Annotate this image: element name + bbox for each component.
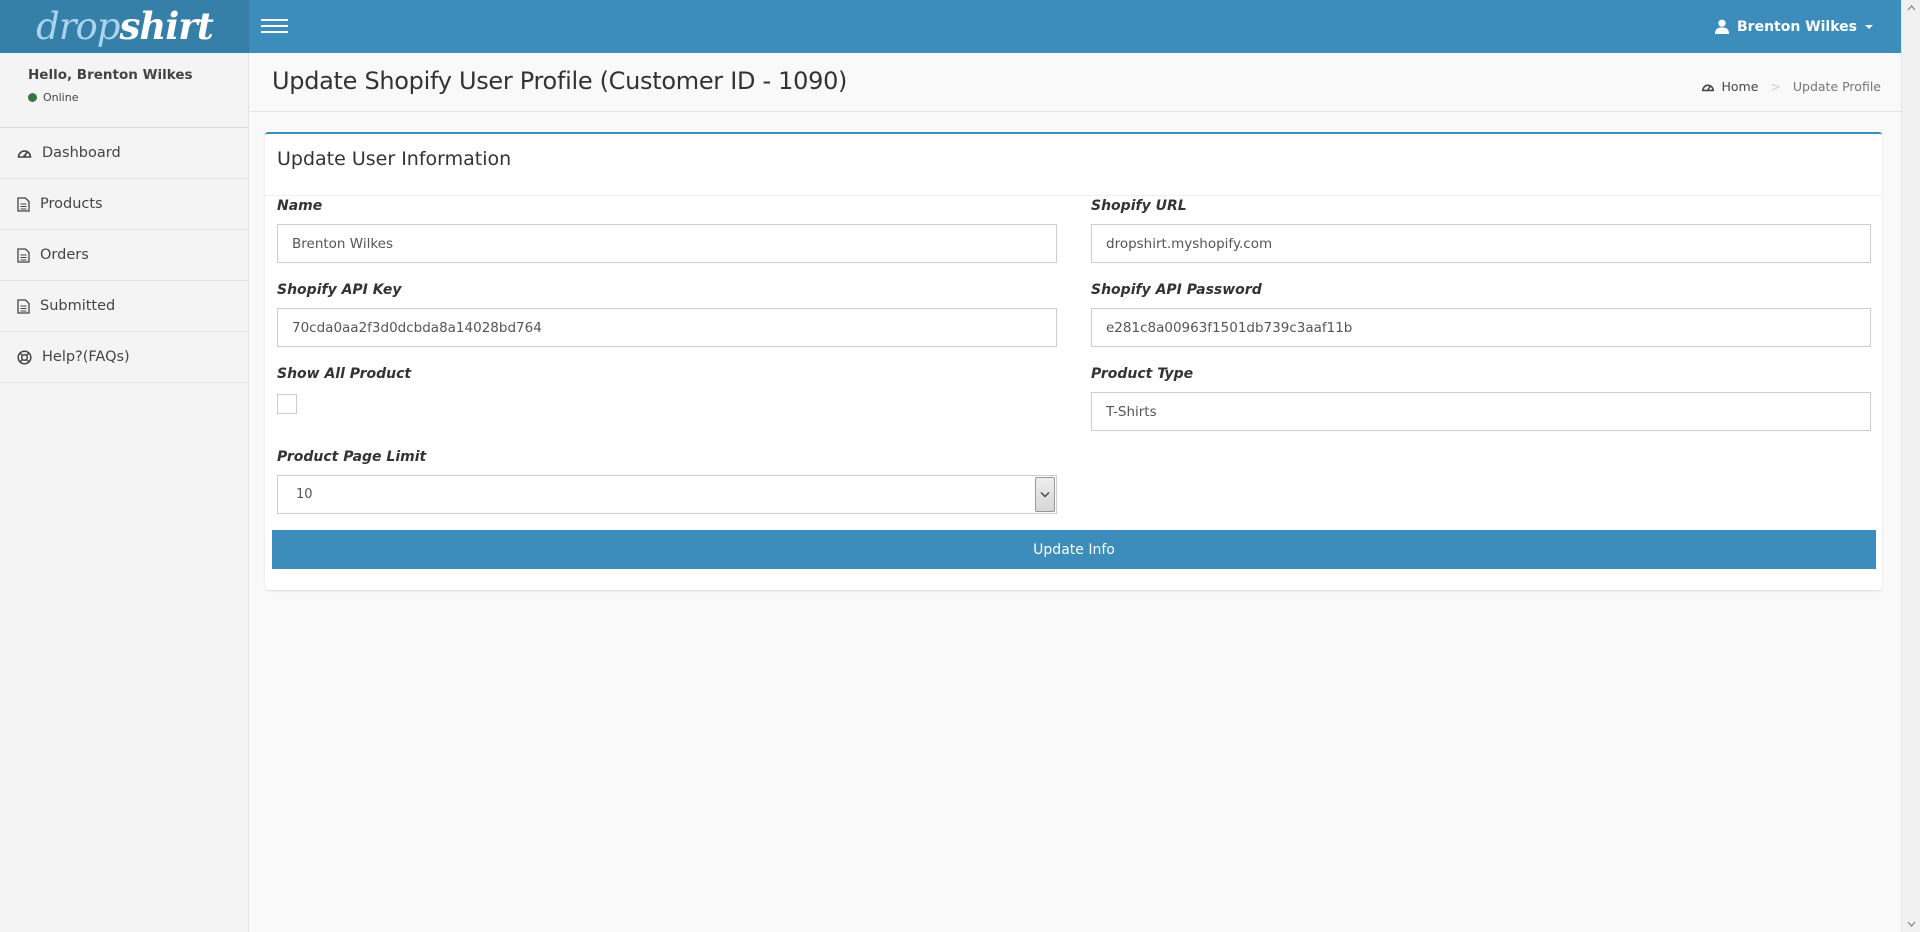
breadcrumb: Home > Update Profile [1701, 79, 1881, 94]
page-limit-select[interactable]: 10 [277, 475, 1057, 514]
user-greeting: Hello, Brenton Wilkes [28, 67, 193, 83]
sidebar: Hello, Brenton Wilkes Online Dashboard P… [0, 53, 249, 932]
sidebar-item-products[interactable]: Products [0, 179, 248, 230]
api-key-label: Shopify API Key [277, 282, 402, 298]
file-icon [17, 298, 30, 314]
chevron-down-icon [1035, 477, 1055, 512]
file-icon [17, 196, 30, 212]
sidebar-item-label: Orders [40, 247, 89, 263]
api-password-input[interactable] [1091, 308, 1871, 347]
sidebar-item-help[interactable]: Help?(FAQs) [0, 332, 248, 383]
sidebar-item-orders[interactable]: Orders [0, 230, 248, 281]
sidebar-item-dashboard[interactable]: Dashboard [0, 128, 248, 179]
life-ring-icon [17, 349, 32, 365]
caret-down-icon [1865, 24, 1873, 29]
user-menu-dropdown[interactable]: Brenton Wilkes [1715, 0, 1873, 53]
hamburger-icon[interactable] [261, 15, 288, 37]
name-input[interactable] [277, 224, 1057, 263]
box-title: Update User Information [277, 148, 512, 170]
update-info-button[interactable]: Update Info [272, 530, 1876, 569]
user-panel: Hello, Brenton Wilkes Online [0, 53, 248, 128]
shopify-url-input[interactable] [1091, 224, 1871, 263]
product-type-label: Product Type [1091, 366, 1194, 382]
brand-logo[interactable]: dropshirt [0, 0, 249, 53]
sidebar-item-label: Products [40, 196, 103, 212]
sidebar-menu: Dashboard Products Orders Submitted Help… [0, 128, 248, 383]
dashboard-icon [1702, 84, 1715, 91]
api-password-label: Shopify API Password [1091, 282, 1262, 298]
sidebar-item-submitted[interactable]: Submitted [0, 281, 248, 332]
dashboard-icon [17, 150, 32, 158]
sidebar-item-label: Dashboard [42, 145, 121, 161]
update-user-box: Update User Information Name Shopify URL… [265, 132, 1882, 590]
breadcrumb-current: Update Profile [1792, 79, 1881, 94]
sidebar-item-label: Help?(FAQs) [42, 349, 130, 365]
user-menu-name: Brenton Wilkes [1737, 18, 1857, 35]
breadcrumb-separator: > [1770, 79, 1781, 94]
scroll-down-icon[interactable] [1907, 921, 1916, 927]
content-header: Update Shopify User Profile (Customer ID… [250, 53, 1901, 112]
page-limit-label: Product Page Limit [277, 449, 427, 465]
product-type-input[interactable] [1091, 392, 1871, 431]
page-scrollbar[interactable] [1901, 0, 1920, 932]
api-key-input[interactable] [277, 308, 1057, 347]
show-all-product-label: Show All Product [277, 366, 412, 382]
box-divider [265, 195, 1882, 196]
scroll-up-icon[interactable] [1907, 5, 1916, 11]
shopify-url-label: Shopify URL [1091, 198, 1187, 214]
show-all-product-checkbox[interactable] [277, 394, 297, 414]
user-status: Online [28, 91, 248, 104]
breadcrumb-home[interactable]: Home [1701, 79, 1758, 94]
page-title: Update Shopify User Profile (Customer ID… [272, 67, 848, 95]
sidebar-item-label: Submitted [40, 298, 116, 314]
page-limit-value: 10 [296, 487, 313, 502]
user-icon [1715, 19, 1729, 34]
file-icon [17, 247, 30, 263]
user-status-label: Online [43, 91, 79, 104]
name-label: Name [277, 198, 323, 214]
breadcrumb-home-label: Home [1721, 79, 1759, 94]
logo-wordmark: dropshirt [36, 4, 214, 48]
online-status-icon [28, 93, 37, 102]
top-navbar: Brenton Wilkes [249, 0, 1901, 53]
